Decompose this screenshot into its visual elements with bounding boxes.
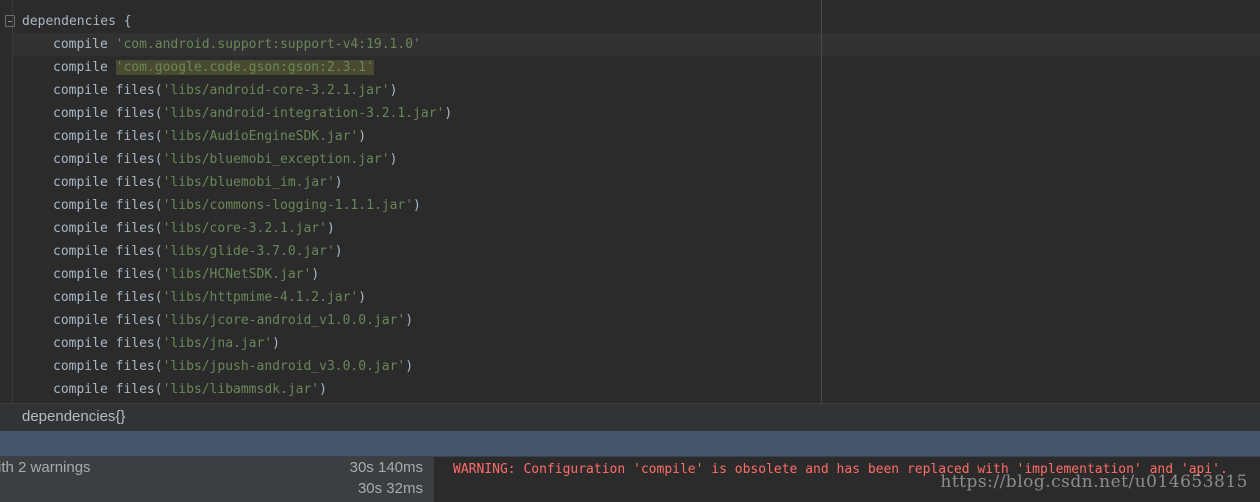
code-string: 'com.android.support:support-v4:19.1.0' [115, 37, 421, 52]
code-line[interactable]: compile files('libs/bluemobi_exception.j… [22, 148, 397, 171]
code-punctuation [108, 37, 116, 52]
code-punctuation: ) [311, 267, 320, 282]
code-keyword: compile [53, 175, 108, 190]
code-line[interactable]: compile files('libs/AudioEngineSDK.jar') [22, 125, 366, 148]
code-string: 'libs/jcore-android_v1.0.0.jar' [162, 313, 406, 328]
code-line[interactable]: compile 'com.google.code.gson:gson:2.3.1… [22, 56, 374, 79]
code-punctuation: files( [107, 83, 163, 98]
code-punctuation: ) [334, 175, 343, 190]
code-string: 'libs/glide-3.7.0.jar' [162, 244, 335, 259]
code-keyword: compile [53, 129, 108, 144]
code-punctuation: ) [389, 152, 398, 167]
code-keyword: compile [53, 244, 108, 259]
code-line[interactable]: compile files('libs/glide-3.7.0.jar') [22, 240, 343, 263]
code-punctuation: files( [107, 313, 163, 328]
code-punctuation: files( [107, 336, 163, 351]
build-tool-window-header [0, 431, 1260, 457]
right-margin-guide [821, 0, 822, 403]
fold-collapse-icon[interactable] [5, 15, 15, 27]
code-keyword: compile [53, 267, 108, 282]
code-string: 'libs/core-3.2.1.jar' [162, 221, 327, 236]
code-line[interactable]: compile files('libs/core-3.2.1.jar') [22, 217, 335, 240]
code-string: 'libs/httpmime-4.1.2.jar' [162, 290, 359, 305]
code-line[interactable]: compile files('libs/httpmime-4.1.2.jar') [22, 286, 366, 309]
code-punctuation: files( [107, 267, 163, 282]
code-string: 'libs/HCNetSDK.jar' [162, 267, 312, 282]
code-keyword: compile [53, 198, 108, 213]
code-punctuation: ) [272, 336, 280, 351]
code-line[interactable]: dependencies { [22, 10, 132, 33]
code-line[interactable]: compile files('libs/android-core-3.2.1.j… [22, 79, 397, 102]
code-punctuation: files( [107, 198, 163, 213]
code-string: 'libs/libammsdk.jar' [162, 382, 320, 397]
code-keyword: dependencies [22, 14, 116, 29]
code-keyword: compile [53, 221, 108, 236]
code-line[interactable]: compile files('libs/commons-logging-1.1.… [22, 194, 421, 217]
code-keyword: compile [53, 106, 108, 121]
code-editor[interactable]: dependencies {compile 'com.android.suppo… [0, 0, 1260, 403]
code-punctuation: ) [413, 198, 421, 213]
code-punctuation: files( [107, 152, 163, 167]
code-punctuation: files( [107, 129, 163, 144]
code-keyword: compile [53, 37, 108, 52]
code-punctuation: ) [405, 313, 414, 328]
code-punctuation: ) [444, 106, 453, 121]
code-punctuation: files( [107, 175, 163, 190]
breadcrumb-bar: dependencies{} [0, 403, 1260, 431]
build-status-label: ith 2 warnings [0, 459, 91, 476]
breadcrumb[interactable]: dependencies{} [22, 408, 125, 425]
code-keyword: compile [53, 359, 108, 374]
code-punctuation: ) [358, 290, 367, 305]
code-string: 'libs/jna.jar' [162, 336, 273, 351]
gutter-divider [12, 0, 13, 403]
code-string: 'libs/bluemobi_exception.jar' [162, 152, 390, 167]
code-keyword: compile [53, 152, 108, 167]
build-tree-row[interactable]: 30s 32ms [0, 479, 434, 499]
code-keyword: compile [53, 382, 108, 397]
code-punctuation: files( [107, 359, 163, 374]
code-keyword: compile [53, 60, 108, 75]
code-line[interactable]: compile 'com.android.support:support-v4:… [22, 33, 421, 56]
code-string: 'libs/jpush-android_v3.0.0.jar' [162, 359, 406, 374]
code-string: 'libs/bluemobi_im.jar' [162, 175, 335, 190]
build-tree-row[interactable]: ith 2 warnings 30s 140ms [0, 458, 434, 478]
build-output-console[interactable]: WARNING: Configuration 'compile' is obso… [435, 457, 1260, 502]
code-string: 'libs/AudioEngineSDK.jar' [162, 129, 359, 144]
code-string: 'libs/android-integration-3.2.1.jar' [162, 106, 445, 121]
code-keyword: compile [53, 336, 108, 351]
code-line[interactable]: compile files('libs/jpush-android_v3.0.0… [22, 355, 413, 378]
code-punctuation: files( [107, 106, 163, 121]
code-punctuation: files( [107, 290, 163, 305]
code-string: 'libs/android-core-3.2.1.jar' [162, 83, 390, 98]
code-punctuation: files( [107, 382, 163, 397]
watermark: https://blog.csdn.net/u014653815 [940, 472, 1248, 492]
code-string-highlighted: 'com.google.code.gson:gson:2.3.1' [115, 60, 374, 75]
code-punctuation: ) [334, 244, 343, 259]
build-tree: ith 2 warnings 30s 140ms 30s 32ms [0, 457, 435, 502]
code-punctuation: ) [319, 382, 327, 397]
code-keyword: compile [53, 313, 108, 328]
code-punctuation: ) [389, 83, 398, 98]
code-punctuation: ) [405, 359, 414, 374]
code-keyword: compile [53, 83, 108, 98]
code-keyword: compile [53, 290, 108, 305]
code-punctuation: ) [326, 221, 335, 236]
code-line[interactable]: compile files('libs/jcore-android_v1.0.0… [22, 309, 413, 332]
code-punctuation [108, 60, 116, 75]
code-punctuation: files( [107, 244, 163, 259]
code-line[interactable]: compile files('libs/libammsdk.jar') [22, 378, 327, 401]
code-punctuation: ) [358, 129, 367, 144]
code-line[interactable]: compile files('libs/jna.jar') [22, 332, 280, 355]
code-string: 'libs/commons-logging-1.1.1.jar' [162, 198, 414, 213]
code-line[interactable]: compile files('libs/bluemobi_im.jar') [22, 171, 343, 194]
build-panel: ith 2 warnings 30s 140ms 30s 32ms WARNIN… [0, 457, 1260, 502]
code-punctuation: files( [107, 221, 163, 236]
code-punctuation: { [115, 14, 132, 29]
build-duration: 30s 140ms [349, 459, 423, 476]
ide-window: dependencies {compile 'com.android.suppo… [0, 0, 1260, 502]
build-duration: 30s 32ms [357, 480, 423, 497]
code-line[interactable]: compile files('libs/HCNetSDK.jar') [22, 263, 319, 286]
code-line[interactable]: compile files('libs/android-integration-… [22, 102, 452, 125]
